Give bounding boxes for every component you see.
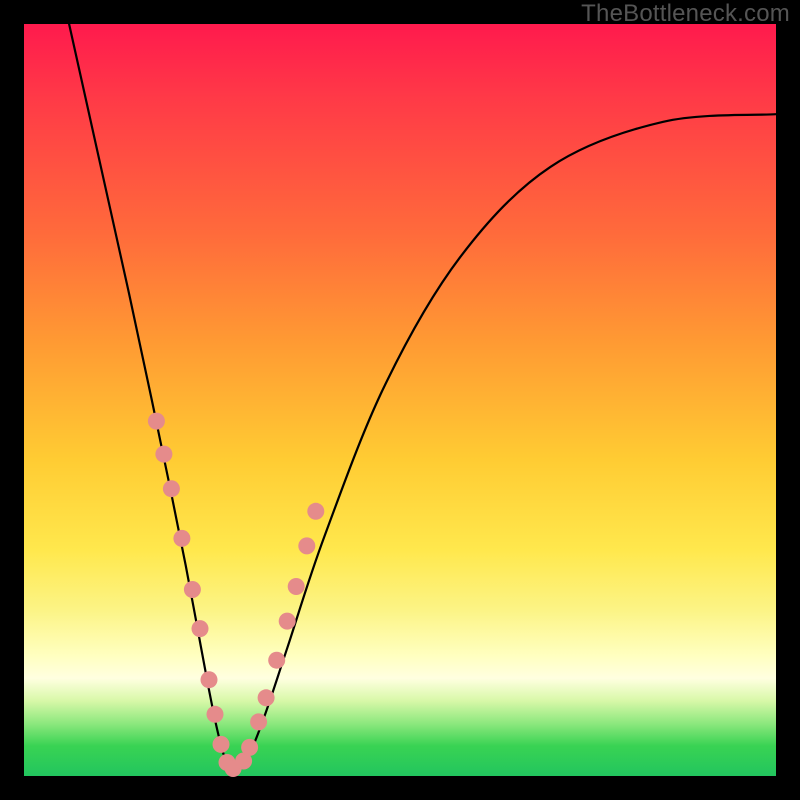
marker-bead bbox=[213, 736, 230, 753]
marker-beads bbox=[148, 413, 324, 777]
marker-bead bbox=[298, 537, 315, 554]
marker-bead bbox=[307, 503, 324, 520]
curve-svg bbox=[24, 24, 776, 776]
plot-area bbox=[24, 24, 776, 776]
marker-bead bbox=[279, 613, 296, 630]
marker-bead bbox=[192, 620, 209, 637]
marker-bead bbox=[201, 671, 218, 688]
bottleneck-curve bbox=[69, 24, 776, 770]
marker-bead bbox=[163, 480, 180, 497]
marker-bead bbox=[241, 739, 258, 756]
marker-bead bbox=[258, 689, 275, 706]
marker-bead bbox=[173, 530, 190, 547]
marker-bead bbox=[268, 652, 285, 669]
marker-bead bbox=[288, 578, 305, 595]
marker-bead bbox=[184, 581, 201, 598]
marker-bead bbox=[207, 706, 224, 723]
marker-bead bbox=[148, 413, 165, 430]
marker-bead bbox=[250, 713, 267, 730]
chart-frame: TheBottleneck.com bbox=[0, 0, 800, 800]
marker-bead bbox=[155, 446, 172, 463]
